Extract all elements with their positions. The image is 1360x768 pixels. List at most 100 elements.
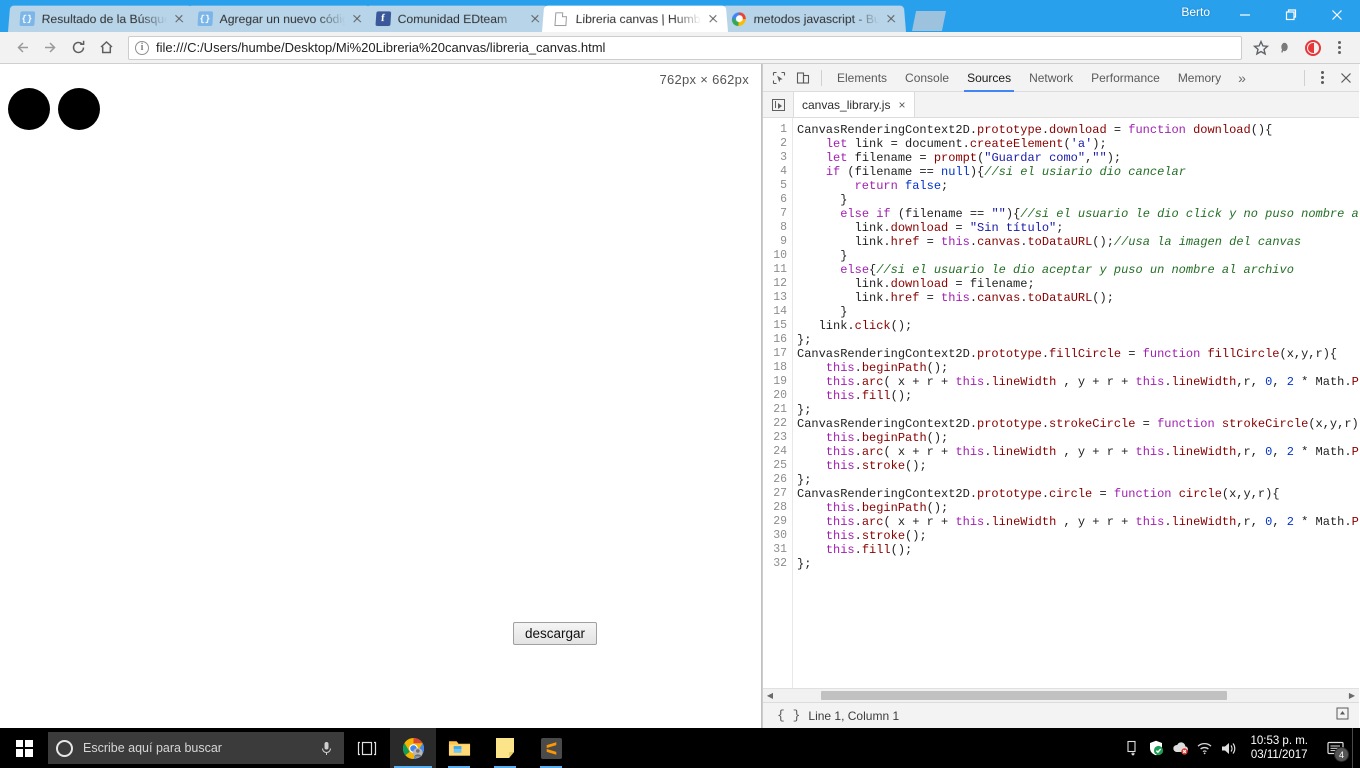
canvas-circle-1: [8, 88, 50, 130]
windows-defender-icon[interactable]: [1144, 728, 1168, 768]
search-input[interactable]: Escribe aquí para buscar: [48, 732, 344, 764]
code-line: if (filename == null){//si el usiario di…: [825, 165, 1186, 179]
task-view-icon[interactable]: [344, 728, 390, 768]
browser-tab-1[interactable]: {} Agregar un nuevo código: [186, 5, 372, 32]
horizontal-scrollbar[interactable]: ◀ ▶: [763, 688, 1359, 702]
minimize-icon[interactable]: [1222, 0, 1268, 30]
tab-close-icon[interactable]: [171, 11, 188, 27]
code-line: this.beginPath();: [825, 501, 949, 515]
taskbar-app-file-explorer[interactable]: [436, 728, 482, 768]
code-editor[interactable]: 1 2 3 4 5 6 7 8 9 10 11 12 13 14 15 16 17 18 19 20 21 22 23 24 2…: [763, 118, 1359, 688]
kebab-menu-icon[interactable]: [1311, 71, 1333, 84]
navigator-toggle-icon[interactable]: [763, 92, 793, 117]
line-number: 23: [773, 431, 787, 444]
tab-close-icon[interactable]: [883, 11, 900, 27]
code-content[interactable]: CanvasRenderingContext2D.prototype.downl…: [793, 118, 1359, 688]
line-number: 18: [773, 361, 787, 374]
tab-close-icon[interactable]: [527, 11, 544, 27]
line-number: 20: [773, 389, 787, 402]
browser-tab-2[interactable]: f Comunidad EDteam: [364, 5, 550, 32]
drawer-toggle-icon[interactable]: [1336, 707, 1353, 725]
volume-icon[interactable]: [1216, 728, 1240, 768]
tab-close-icon[interactable]: [705, 11, 722, 27]
tab-performance[interactable]: Performance: [1082, 64, 1169, 92]
tab-memory[interactable]: Memory: [1169, 64, 1230, 92]
file-tab-close-icon[interactable]: ×: [898, 98, 905, 112]
onedrive-error-icon[interactable]: [1168, 728, 1192, 768]
taskbar-app-sticky-notes[interactable]: [482, 728, 528, 768]
download-button[interactable]: descargar: [513, 622, 598, 645]
line-number: 7: [780, 207, 787, 220]
clock-time: 10:53 p. m.: [1250, 735, 1308, 747]
file-tab-canvas-library[interactable]: canvas_library.js ×: [793, 92, 915, 117]
tab-sources[interactable]: Sources: [958, 64, 1020, 92]
browser-tab-3[interactable]: Libreria canvas | Humberto: [542, 5, 728, 32]
windows-taskbar: Escribe aquí para buscar 10:53 p. m. 03/…: [0, 728, 1360, 768]
code-line: CanvasRenderingContext2D.prototype.fillC…: [797, 347, 1338, 361]
close-icon[interactable]: [1314, 0, 1360, 30]
browser-tab-4[interactable]: metodos javascript - Buscar: [720, 5, 906, 32]
taskbar-clock[interactable]: 10:53 p. m. 03/11/2017: [1240, 734, 1318, 762]
star-icon[interactable]: [1248, 35, 1274, 61]
viewport-size-indicator: 762px × 662px: [659, 72, 749, 87]
tab-network[interactable]: Network: [1020, 64, 1082, 92]
facebook-icon: f: [374, 11, 391, 27]
toolbar-divider: [1304, 69, 1305, 86]
page-viewport: 762px × 662px descargar: [0, 64, 762, 728]
code-line: }: [797, 193, 848, 207]
scroll-left-arrow-icon[interactable]: ◀: [763, 691, 777, 700]
address-bar[interactable]: i file:///C:/Users/humbe/Desktop/Mi%20Li…: [128, 35, 1242, 60]
code-line: this.arc( x + r + this.lineWidth , y + r…: [825, 445, 1359, 459]
code-line: CanvasRenderingContext2D.prototype.circl…: [797, 487, 1280, 501]
inspect-element-icon[interactable]: [767, 66, 791, 90]
code-line: let link = document.createElement('a');: [825, 137, 1107, 151]
more-tabs-icon[interactable]: »: [1230, 70, 1254, 86]
tab-elements[interactable]: Elements: [828, 64, 896, 92]
line-number: 14: [773, 305, 787, 318]
microphone-icon[interactable]: [316, 741, 336, 756]
cast-icon[interactable]: [1274, 35, 1300, 61]
line-number: 32: [773, 557, 787, 570]
devtools-close-icon[interactable]: [1333, 66, 1359, 90]
code-line: link.download = "Sin título";: [797, 221, 1064, 235]
device-toolbar-icon[interactable]: [791, 66, 815, 90]
taskbar-app-sublime-text[interactable]: [528, 728, 574, 768]
format-code-button[interactable]: { }: [769, 708, 808, 723]
scrollbar-thumb[interactable]: [821, 691, 1227, 700]
code-line: this.stroke();: [825, 529, 927, 543]
code-line: };: [797, 557, 812, 571]
devtools-panel: Elements Console Sources Network Perform…: [762, 64, 1359, 728]
line-number: 10: [773, 249, 787, 262]
chrome-browser-window: {} Resultado de la Búsqueda {} Agregar u…: [0, 0, 1360, 728]
taskbar-app-chrome[interactable]: [390, 728, 436, 768]
browser-tab-0[interactable]: {} Resultado de la Búsqueda: [8, 5, 194, 32]
reload-icon[interactable]: [64, 34, 92, 62]
menu-dots-icon[interactable]: [1326, 35, 1352, 61]
forward-icon[interactable]: [36, 34, 64, 62]
new-tab-button[interactable]: [912, 11, 946, 31]
content-area: 762px × 662px descargar Elements Console…: [0, 64, 1360, 728]
wifi-icon[interactable]: [1192, 728, 1216, 768]
search-placeholder: Escribe aquí para buscar: [83, 741, 222, 755]
code-line: return false;: [854, 179, 949, 193]
line-number: 16: [773, 333, 787, 346]
usb-eject-icon[interactable]: [1120, 728, 1144, 768]
code-line: CanvasRenderingContext2D.prototype.downl…: [797, 123, 1273, 137]
action-center-icon[interactable]: 4: [1318, 728, 1352, 768]
line-number: 25: [773, 459, 787, 472]
line-number: 4: [780, 165, 787, 178]
browser-toolbar: i file:///C:/Users/humbe/Desktop/Mi%20Li…: [0, 32, 1360, 64]
braces-icon: {}: [18, 11, 35, 27]
line-number-gutter: 1 2 3 4 5 6 7 8 9 10 11 12 13 14 15 16 17 18 19 20 21 22 23 24 2…: [763, 118, 793, 688]
tab-close-icon[interactable]: [349, 11, 366, 27]
extension-shield-icon[interactable]: [1300, 35, 1326, 61]
scroll-right-arrow-icon[interactable]: ▶: [1345, 691, 1359, 700]
devtools-toolbar-right: [1298, 66, 1359, 90]
info-circle-icon[interactable]: i: [135, 40, 149, 55]
show-desktop-button[interactable]: [1352, 728, 1360, 768]
maximize-icon[interactable]: [1268, 0, 1314, 30]
start-icon[interactable]: [0, 728, 48, 768]
home-icon[interactable]: [92, 34, 120, 62]
back-icon[interactable]: [8, 34, 36, 62]
tab-console[interactable]: Console: [896, 64, 958, 92]
